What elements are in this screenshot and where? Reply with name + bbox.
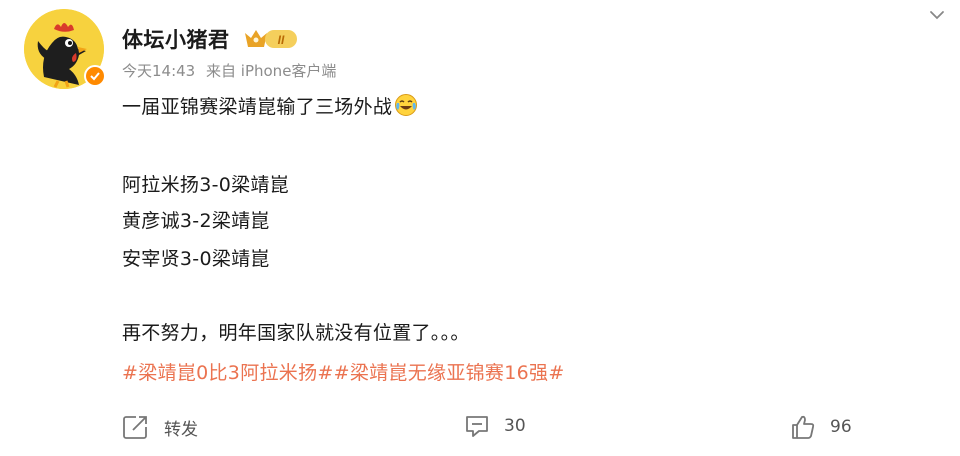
post-meta: 今天14:43 来自 iPhone客户端 [122,60,342,81]
comment-icon [466,416,488,437]
badge-label: II [278,33,285,47]
post-line-4: 安宰贤3-0梁靖崑 [122,248,270,270]
post-line-2: 阿拉米扬3-0梁靖崑 [122,174,290,196]
avatar[interactable] [24,9,106,89]
verified-icon [84,65,106,87]
level-badge-icon[interactable]: II [243,26,299,52]
post-line: 一届亚锦赛梁靖崑输了三场外战 [122,92,418,122]
like-button[interactable]: 96 [790,414,852,440]
post-line-1: 一届亚锦赛梁靖崑输了三场外战 [122,96,393,118]
share-label: 转发 [164,419,198,440]
comment-button[interactable]: 30 [464,414,526,438]
share-button[interactable]: 转发 [122,414,198,440]
share-icon [123,416,147,439]
chevron-down-icon[interactable] [926,4,948,26]
like-icon [792,415,815,439]
username[interactable]: 体坛小猪君 [122,24,230,54]
post-line-3: 黄彦诚3-2梁靖崑 [122,210,270,232]
crying-laugh-emoji-icon [394,93,418,122]
comment-count: 30 [504,416,526,436]
post-source: 来自 iPhone客户端 [206,62,337,80]
like-count: 96 [830,417,852,437]
post-time: 今天14:43 [122,62,196,80]
hashtag-links[interactable]: #梁靖崑0比3阿拉米扬##梁靖崑无缘亚锦赛16强# [122,358,565,385]
post-line-5: 再不努力，明年国家队就没有位置了。。。 [122,322,470,344]
